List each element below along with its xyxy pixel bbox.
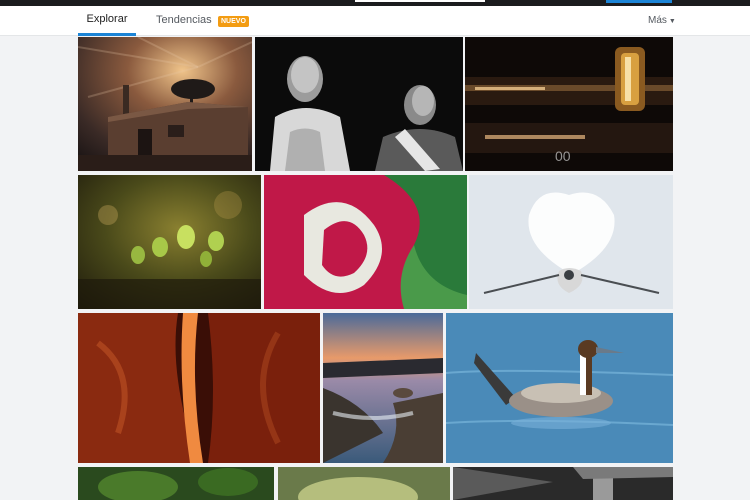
photo-fabric[interactable] [264,175,467,309]
tab-explore[interactable]: Explorar [78,6,136,36]
photo-two-men[interactable] [255,37,463,171]
photo-radio[interactable]: 00 [465,37,673,171]
tab-trends[interactable]: Tendencias [156,6,212,36]
svg-text:00: 00 [555,148,571,164]
photo-tulle[interactable] [469,175,673,309]
sub-navigation: Explorar Tendencias NUEVO Más ▼ [0,6,750,36]
upload-button-stub[interactable] [606,0,672,3]
photo-shack[interactable] [78,37,252,171]
search-input-stub[interactable] [355,0,485,2]
photo-canyon[interactable] [78,313,320,463]
photo-seashore[interactable] [323,313,443,463]
chevron-down-icon: ▼ [668,18,676,25]
photo-foliage[interactable] [78,467,274,500]
photo-soft-light[interactable] [278,467,450,500]
new-badge: NUEVO [218,16,249,27]
photo-duck[interactable] [446,313,673,463]
photo-droplets[interactable] [78,175,261,309]
more-menu[interactable]: Más ▼ [648,6,676,36]
photo-interior[interactable] [453,467,673,500]
more-label: Más [648,15,667,26]
